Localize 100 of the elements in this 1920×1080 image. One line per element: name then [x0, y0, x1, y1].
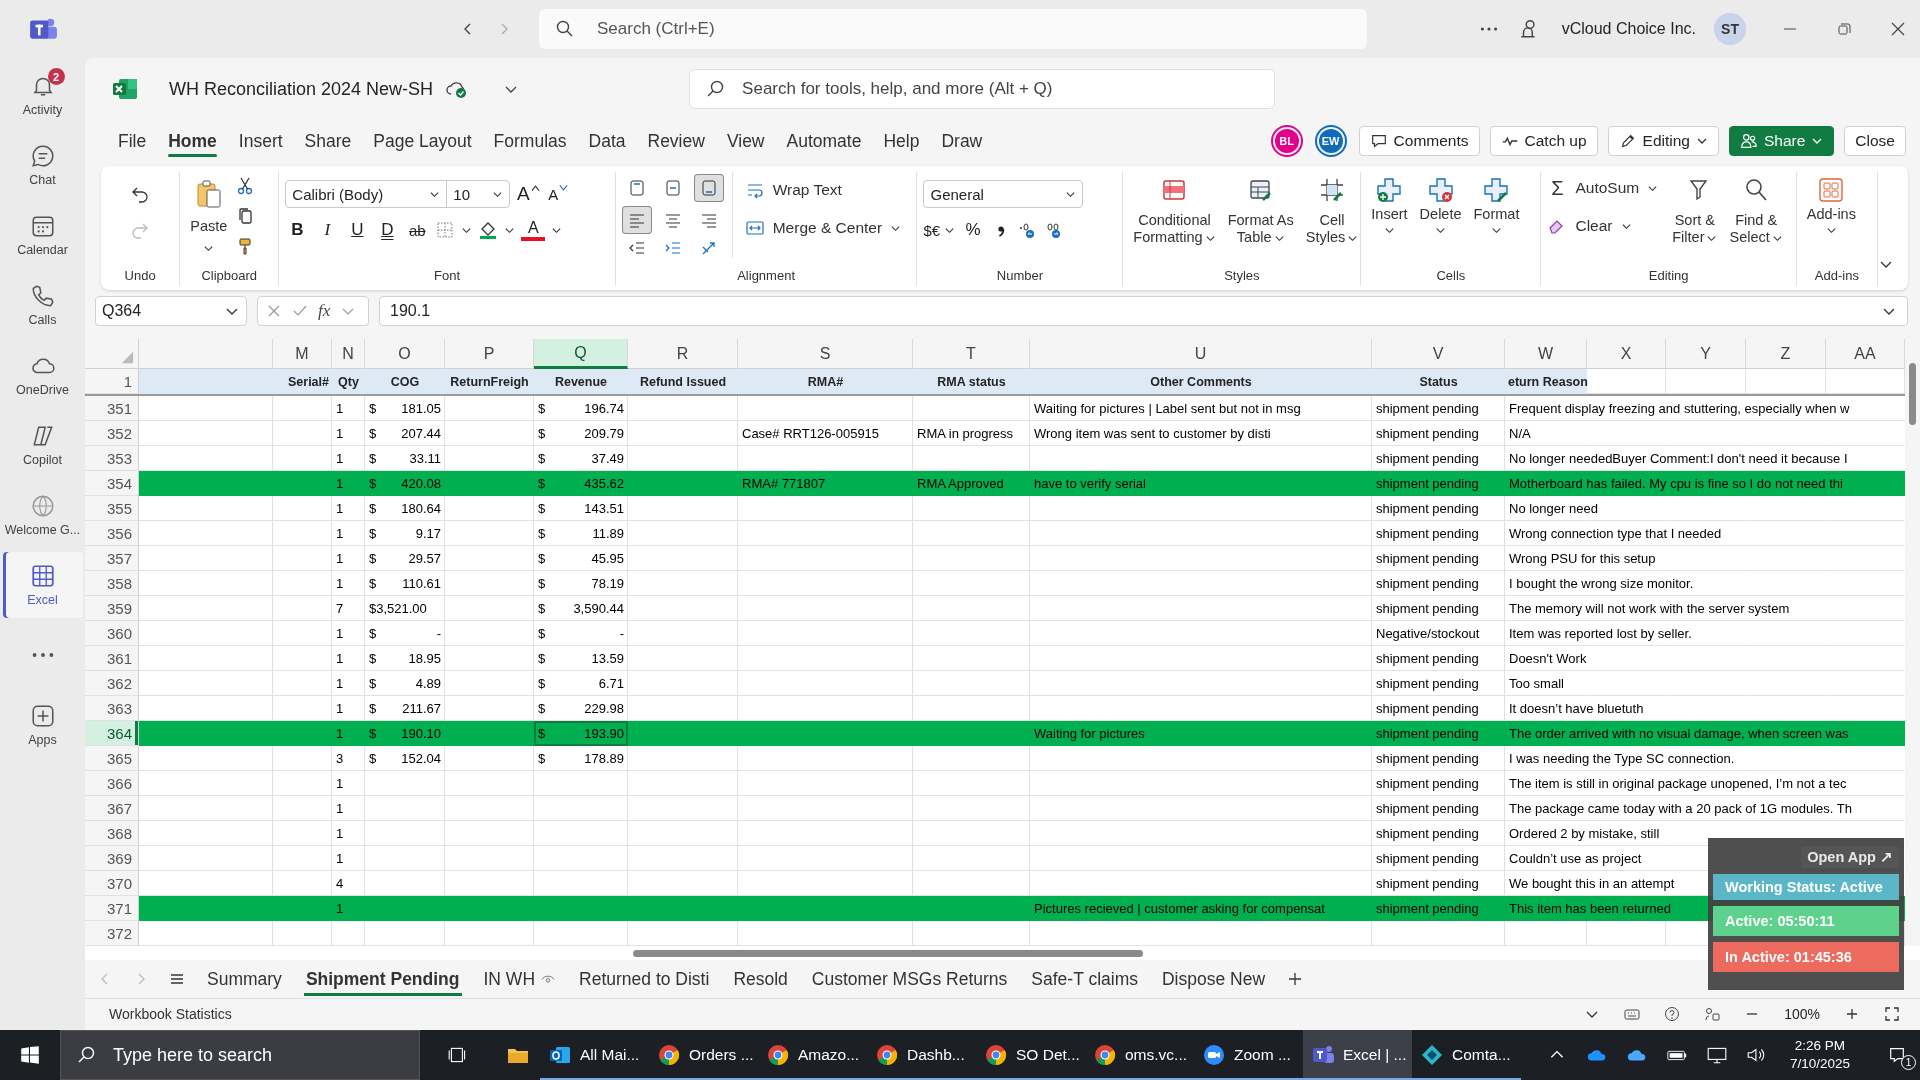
row-header[interactable]: 362	[85, 671, 139, 696]
currency-button[interactable]: $€	[923, 216, 956, 244]
share-button[interactable]: Share	[1729, 126, 1835, 156]
taskbar-search-bar[interactable]: Type here to search	[60, 1030, 420, 1080]
menu-tab[interactable]: Formulas	[482, 123, 578, 159]
taskbar-app[interactable]: Zoom ...	[1194, 1030, 1303, 1080]
menu-tab[interactable]: Help	[872, 123, 931, 159]
formula-field[interactable]: 190.1	[379, 296, 1908, 326]
conditional-format-button[interactable]: Conditional Formatting	[1129, 172, 1220, 251]
underline-button[interactable]: U	[345, 216, 370, 244]
collaborator-avatar[interactable]: BL	[1270, 125, 1303, 157]
rail-item[interactable]: Activity 2	[2, 62, 83, 128]
column-header[interactable]: Q	[534, 339, 628, 369]
user-avatar[interactable]: ST	[1714, 13, 1746, 45]
rail-item[interactable]: Calls	[2, 272, 83, 338]
row-header[interactable]: 363	[85, 696, 139, 721]
menu-tab[interactable]: Page Layout	[362, 123, 483, 159]
document-title[interactable]: WH Reconciliation 2024 New-SH	[169, 78, 434, 100]
column-header[interactable]: X	[1587, 339, 1666, 369]
row-header[interactable]: 367	[85, 796, 139, 821]
collaborator-avatar[interactable]: EW	[1314, 125, 1347, 157]
open-app-button[interactable]: Open App ↗	[1801, 846, 1899, 868]
wrap-text-button[interactable]: Wrap Text	[744, 176, 842, 204]
taskbar-search-field[interactable]: Type here to search	[111, 1030, 403, 1080]
zoom-level[interactable]: 100%	[1784, 1006, 1820, 1022]
rail-item[interactable]: Copilot	[2, 412, 83, 478]
menu-tab[interactable]: View	[715, 123, 776, 159]
close-button[interactable]: Close	[1844, 126, 1906, 156]
sheet-tab[interactable]: Shipment Pending	[303, 960, 462, 998]
app-logo-icon[interactable]	[27, 16, 58, 42]
clock-date[interactable]: 7/10/2025	[1789, 1055, 1850, 1073]
menu-tab[interactable]: Data	[577, 123, 637, 159]
menu-tab[interactable]: File	[107, 123, 158, 159]
sheet-tab[interactable]: Customer MSGs Returns	[809, 960, 1010, 998]
row-header[interactable]: 356	[85, 521, 139, 546]
cell-styles-button[interactable]: Cell Styles	[1301, 172, 1363, 251]
comments-button[interactable]: Comments	[1358, 126, 1480, 156]
menu-tab[interactable]: Review	[636, 123, 716, 159]
font-name-dropdown[interactable]: Calibri (Body)	[285, 180, 448, 208]
row-header[interactable]: 364	[85, 721, 139, 746]
help-icon[interactable]	[1664, 1006, 1681, 1022]
row-header[interactable]: 353	[85, 446, 139, 471]
align-left-button[interactable]	[621, 206, 652, 234]
row-header[interactable]: 1	[85, 369, 139, 394]
align-bottom-button[interactable]	[693, 174, 724, 202]
number-format-dropdown[interactable]: General	[923, 180, 1084, 208]
find-select-button[interactable]: Find & Select	[1725, 172, 1787, 251]
row-header[interactable]: 361	[85, 646, 139, 671]
row-header[interactable]: 352	[85, 421, 139, 446]
rail-item[interactable]: Excel	[2, 552, 83, 618]
font-size-dropdown[interactable]: 10	[446, 180, 511, 208]
menu-tab[interactable]: Share	[293, 123, 363, 159]
taskbar-app[interactable]: All Mai...	[540, 1030, 649, 1080]
workbook-statistics-label[interactable]: Workbook Statistics	[109, 1006, 232, 1022]
row-header[interactable]: 368	[85, 821, 139, 846]
autosum-button[interactable]: Σ AutoSum	[1547, 174, 1659, 202]
column-header[interactable]: Z	[1746, 339, 1826, 369]
add-ins-button[interactable]: Add-ins	[1802, 172, 1860, 241]
taskbar-app[interactable]: Excel | ...	[1303, 1030, 1412, 1080]
sheet-tab[interactable]: Resold	[731, 960, 790, 998]
grow-font-button[interactable]: A	[516, 180, 541, 208]
format-table-button[interactable]: Format As Table	[1223, 172, 1298, 251]
rail-item[interactable]: OneDrive	[2, 342, 83, 408]
sheet-tab[interactable]: Safe-T claims	[1029, 960, 1140, 998]
feedback-icon[interactable]	[1704, 1006, 1721, 1022]
row-header[interactable]: 369	[85, 846, 139, 871]
zoom-in-icon[interactable]	[1844, 1006, 1860, 1022]
taskbar-app[interactable]: Dashb...	[867, 1030, 976, 1080]
clear-button[interactable]: Clear	[1547, 212, 1632, 240]
cancel-icon[interactable]	[266, 303, 282, 319]
taskbar-app[interactable]: Amazo...	[758, 1030, 867, 1080]
taskbar-app[interactable]: Orders ...	[649, 1030, 758, 1080]
sheet-tab[interactable]: IN WH	[481, 960, 558, 998]
delete-cells-button[interactable]: Delete	[1415, 172, 1466, 241]
row-header[interactable]: 365	[85, 746, 139, 771]
rail-item[interactable]: Apps	[2, 692, 83, 758]
row-header[interactable]: 370	[85, 871, 139, 896]
percent-button[interactable]: %	[961, 216, 986, 244]
row-header[interactable]: 355	[85, 496, 139, 521]
paste-button[interactable]: Paste	[186, 172, 232, 259]
insert-cells-button[interactable]: Insert	[1367, 172, 1412, 241]
row-header[interactable]: 359	[85, 596, 139, 621]
row-header[interactable]: 357	[85, 546, 139, 571]
menu-tab[interactable]: Automate	[775, 123, 873, 159]
format-cells-button[interactable]: Format	[1469, 172, 1524, 241]
double-underline-button[interactable]: D	[375, 216, 400, 244]
network-icon[interactable]	[1705, 1046, 1728, 1064]
font-color-button[interactable]: A	[521, 219, 546, 241]
taskbar-app[interactable]: Comta...	[1412, 1030, 1521, 1080]
name-box[interactable]: Q364	[95, 296, 247, 326]
row-header[interactable]: 371	[85, 896, 139, 921]
rail-item[interactable]: Chat	[2, 132, 83, 198]
menu-icon[interactable]	[169, 971, 185, 987]
fullscreen-icon[interactable]	[1884, 1006, 1900, 1022]
rail-item[interactable]: Calendar	[2, 202, 83, 268]
strike-button[interactable]: ab	[405, 216, 430, 244]
add-sheet-icon[interactable]	[1287, 971, 1304, 987]
row-header[interactable]: 360	[85, 621, 139, 646]
clock-time[interactable]: 2:26 PM	[1794, 1037, 1846, 1055]
row-header[interactable]: 366	[85, 771, 139, 796]
